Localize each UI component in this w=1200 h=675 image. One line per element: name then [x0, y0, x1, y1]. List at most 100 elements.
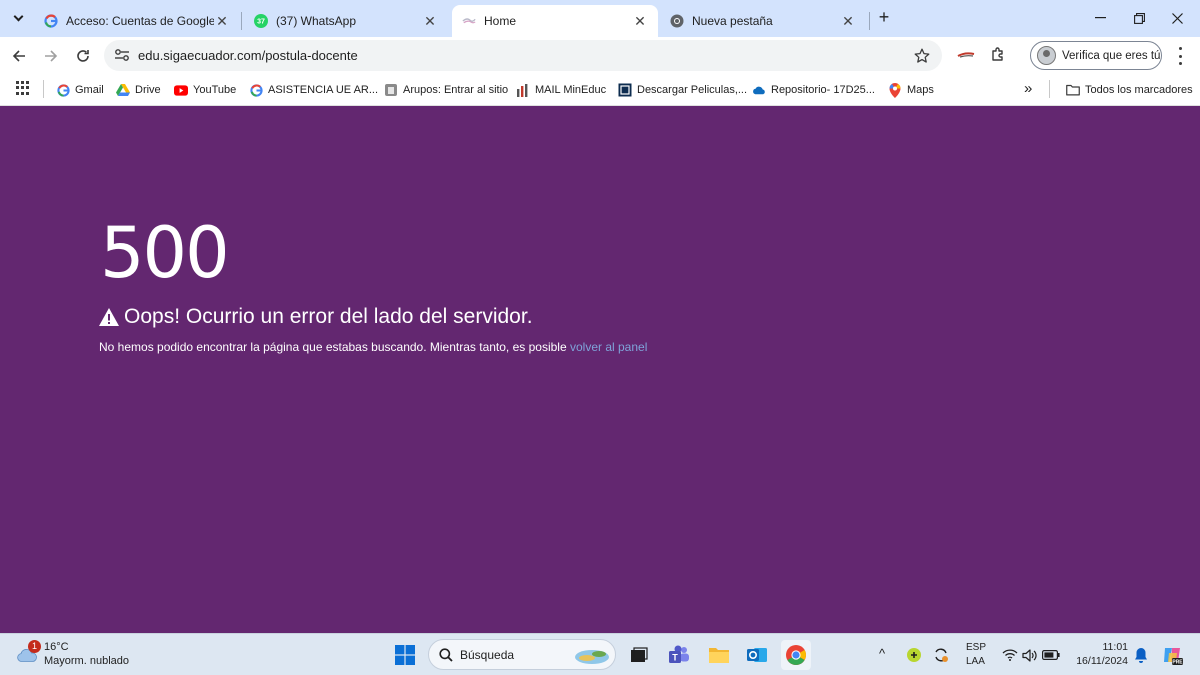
- weather-temperature: 16°C: [44, 641, 69, 653]
- bookmark-divider: [43, 80, 44, 98]
- svg-text:T: T: [672, 653, 678, 663]
- close-window-button[interactable]: [1162, 6, 1192, 30]
- tab-title: Nueva pestaña: [692, 14, 773, 28]
- restore-icon: [1133, 12, 1145, 24]
- maps-icon: [888, 82, 902, 98]
- youtube-icon: [174, 83, 188, 97]
- extension-logo-icon: [957, 52, 975, 58]
- onedrive-icon: [752, 83, 766, 97]
- close-icon: [1171, 12, 1183, 24]
- teams-button[interactable]: T: [664, 640, 694, 670]
- tab-divider: [241, 12, 242, 30]
- all-bookmarks-button[interactable]: Todos los marcadores: [1066, 81, 1193, 99]
- battery-icon: [1042, 650, 1060, 660]
- tab-title: Home: [484, 14, 517, 28]
- apps-grid-icon[interactable]: [16, 81, 30, 95]
- bookmark-drive[interactable]: Drive: [116, 81, 161, 99]
- arrow-left-icon: [12, 50, 25, 62]
- puzzle-icon: [992, 47, 1003, 61]
- chart-icon: [516, 83, 530, 97]
- close-icon[interactable]: ✕: [840, 13, 856, 29]
- url-text[interactable]: edu.sigaecuador.com/postula-docente: [138, 48, 358, 63]
- bookmark-asistencia[interactable]: ASISTENCIA UE AR...: [249, 81, 378, 99]
- bookmark-label: YouTube: [193, 84, 237, 96]
- bookmark-maps[interactable]: Maps: [888, 81, 934, 99]
- close-icon[interactable]: ✕: [422, 13, 438, 29]
- forward-button[interactable]: [37, 42, 65, 70]
- bookmark-label: Descargar Peliculas,...: [637, 84, 748, 96]
- chrome-icon: [786, 645, 806, 665]
- tray-app-button[interactable]: [899, 640, 929, 670]
- tray-overflow-button[interactable]: ^: [879, 646, 885, 661]
- bookmark-gmail[interactable]: Gmail: [56, 81, 104, 99]
- taskbar: 1 16°C Mayorm. nublado Búsqueda T ^ ESP …: [0, 633, 1200, 675]
- language-top[interactable]: ESP: [966, 642, 986, 653]
- search-icon: [439, 648, 453, 662]
- error-title-text: Oops! Ocurrio un error del lado del serv…: [124, 305, 533, 328]
- bookmark-arupos[interactable]: Arupos: Entrar al sitio: [384, 81, 508, 99]
- tab-home[interactable]: Home ✕: [452, 5, 658, 37]
- folder-icon: [1066, 83, 1080, 97]
- bookmark-star-icon[interactable]: [914, 48, 930, 64]
- status-app-icon: [907, 648, 921, 662]
- site-settings-icon[interactable]: [114, 48, 130, 62]
- film-icon: [618, 83, 632, 97]
- close-icon[interactable]: ✕: [632, 13, 648, 29]
- chrome-taskbar-button[interactable]: [781, 640, 811, 670]
- arupos-icon: [384, 83, 398, 97]
- drive-icon: [116, 83, 130, 97]
- extensions-button[interactable]: [988, 45, 1008, 65]
- bookmark-label: Repositorio- 17D25...: [771, 84, 875, 96]
- address-bar[interactable]: edu.sigaecuador.com/postula-docente: [104, 40, 942, 71]
- tab-whatsapp[interactable]: 37 (37) WhatsApp ✕: [244, 5, 448, 37]
- minimize-icon: [1094, 17, 1106, 19]
- extension-icon[interactable]: [956, 45, 976, 65]
- bell-icon: [1135, 648, 1147, 663]
- profile-button[interactable]: Verifica que eres tú: [1030, 41, 1162, 70]
- file-explorer-button[interactable]: [704, 640, 734, 670]
- copilot-button[interactable]: PRE: [1157, 640, 1187, 670]
- chrome-icon: [670, 14, 684, 28]
- language-bottom[interactable]: LAA: [966, 656, 985, 667]
- browser-menu-button[interactable]: [1178, 47, 1182, 65]
- task-view-button[interactable]: [624, 640, 654, 670]
- tab-search-button[interactable]: [6, 6, 30, 30]
- minimize-button[interactable]: [1085, 6, 1115, 30]
- back-button[interactable]: [5, 42, 33, 70]
- error-code: 500: [100, 212, 230, 294]
- google-icon: [56, 83, 70, 97]
- error-message-text: No hemos podido encontrar la página que …: [99, 340, 567, 354]
- bookmark-label: Maps: [907, 84, 934, 96]
- back-to-panel-link[interactable]: volver al panel: [570, 340, 647, 354]
- bookmark-mail-mineduc[interactable]: MAIL MinEduc: [516, 81, 606, 99]
- whatsapp-icon: 37: [254, 14, 268, 28]
- start-button[interactable]: [390, 640, 420, 670]
- bookmark-repositorio[interactable]: Repositorio- 17D25...: [752, 81, 875, 99]
- taskbar-search[interactable]: Búsqueda: [428, 639, 616, 670]
- tab-strip: Acceso: Cuentas de Google ✕ 37 (37) What…: [0, 0, 1200, 37]
- new-tab-button[interactable]: +: [874, 8, 894, 28]
- bookmark-label: Arupos: Entrar al sitio: [403, 84, 509, 96]
- notifications-button[interactable]: [1126, 640, 1156, 670]
- tab-new-tab[interactable]: Nueva pestaña ✕: [660, 5, 866, 37]
- notification-badge: 1: [28, 640, 41, 653]
- reload-button[interactable]: [69, 42, 97, 70]
- task-view-icon: [631, 647, 648, 662]
- close-icon[interactable]: ✕: [214, 13, 230, 29]
- bookmark-youtube[interactable]: YouTube: [174, 81, 236, 99]
- search-label: Búsqueda: [460, 648, 515, 662]
- google-icon: [44, 14, 58, 28]
- restore-button[interactable]: [1124, 6, 1154, 30]
- bookmark-descargar[interactable]: Descargar Peliculas,...: [618, 81, 747, 99]
- bookmark-divider: [1049, 80, 1050, 98]
- page-content: 500 Oops! Ocurrio un error del lado del …: [0, 106, 1200, 633]
- tab-google-accounts[interactable]: Acceso: Cuentas de Google ✕: [34, 5, 240, 37]
- sync-tray-button[interactable]: [926, 640, 956, 670]
- bookmarks-overflow-button[interactable]: »: [1024, 79, 1032, 97]
- outlook-button[interactable]: [742, 640, 772, 670]
- battery-button[interactable]: [1036, 640, 1066, 670]
- bookmark-label: Drive: [135, 84, 161, 96]
- browser-toolbar: edu.sigaecuador.com/postula-docente Veri…: [0, 37, 1200, 74]
- clock[interactable]: 11:01 16/11/2024: [1076, 640, 1128, 668]
- error-title: Oops! Ocurrio un error del lado del serv…: [98, 305, 533, 329]
